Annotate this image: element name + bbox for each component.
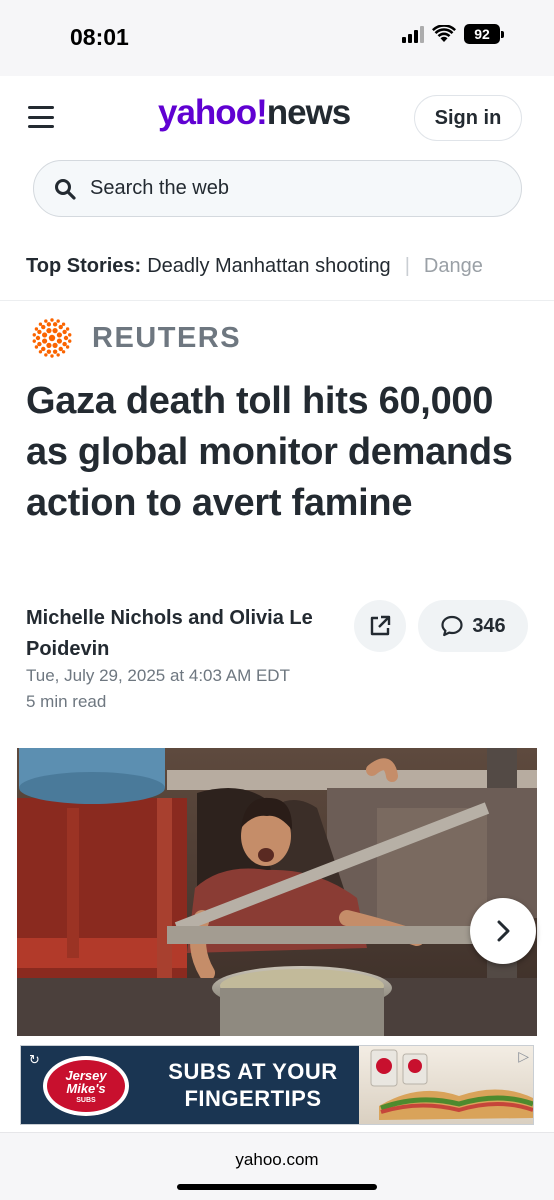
header-divider <box>0 300 554 301</box>
share-button[interactable] <box>354 600 406 652</box>
refresh-icon: ↻ <box>29 1052 40 1067</box>
search-bar[interactable] <box>33 160 522 217</box>
cellular-signal-icon <box>402 25 424 43</box>
home-indicator[interactable] <box>177 1184 377 1190</box>
provider[interactable]: REUTERS <box>26 312 241 364</box>
ad-text-line2: FINGERTIPS <box>184 1086 322 1111</box>
comment-count: 346 <box>472 614 506 637</box>
status-bar: 08:01 92 <box>0 0 554 76</box>
share-icon <box>370 615 391 636</box>
ad-product-image <box>359 1046 533 1124</box>
search-icon <box>55 178 76 200</box>
ad-headline: SUBS AT YOUR FINGERTIPS <box>143 1058 363 1112</box>
article-photo[interactable] <box>17 748 537 1036</box>
next-image-button[interactable] <box>470 898 536 964</box>
divider: | <box>404 255 410 277</box>
top-stories-bar: Top Stories: Deadly Manhattan shooting |… <box>26 255 554 278</box>
top-stories-label: Top Stories: <box>26 255 142 277</box>
status-icons: 92 <box>402 24 504 44</box>
battery-icon: 92 <box>464 24 504 44</box>
logo-brand: yahoo! <box>158 93 268 132</box>
ad-text-line1: SUBS AT YOUR <box>168 1059 338 1084</box>
article-headline: Gaza death toll hits 60,000 as global mo… <box>26 380 513 524</box>
article-date: Tue, July 29, 2025 at 4:03 AM EDT <box>26 666 290 685</box>
ad-brand-logo: Jersey Mike's SUBS <box>43 1056 129 1116</box>
chevron-right-icon <box>497 920 510 942</box>
ad-choices-icon[interactable]: ▷ <box>518 1048 529 1065</box>
photo-illustration <box>17 748 537 1036</box>
fade-mask <box>494 240 554 290</box>
battery-level: 92 <box>464 24 500 44</box>
yahoo-news-logo[interactable]: yahoo!news <box>158 93 352 133</box>
sign-in-button[interactable]: Sign in <box>414 95 522 141</box>
top-story-link[interactable]: Dange <box>424 255 483 278</box>
reuters-logo-icon <box>32 318 72 358</box>
status-time: 08:01 <box>70 24 129 50</box>
search-input[interactable] <box>90 177 470 200</box>
ad-logo-brand: Jersey Mike's <box>65 1067 107 1096</box>
provider-name: REUTERS <box>92 321 242 354</box>
article-read-time: 5 min read <box>26 692 107 711</box>
comment-bubble-icon <box>441 615 463 637</box>
wifi-icon <box>432 25 456 42</box>
comments-button[interactable]: 346 <box>418 600 528 652</box>
url-display[interactable]: yahoo.com <box>0 1150 554 1170</box>
logo-section: news <box>266 93 352 132</box>
top-story-link[interactable]: Deadly Manhattan shooting <box>147 255 391 278</box>
hamburger-menu-icon[interactable] <box>28 106 54 128</box>
article-byline: Michelle Nichols and Olivia Le Poidevin <box>26 607 313 660</box>
ad-logo-sub: SUBS <box>76 1096 96 1104</box>
advertisement-banner[interactable]: ↻ Jersey Mike's SUBS SUBS AT YOUR FINGER… <box>20 1045 534 1125</box>
